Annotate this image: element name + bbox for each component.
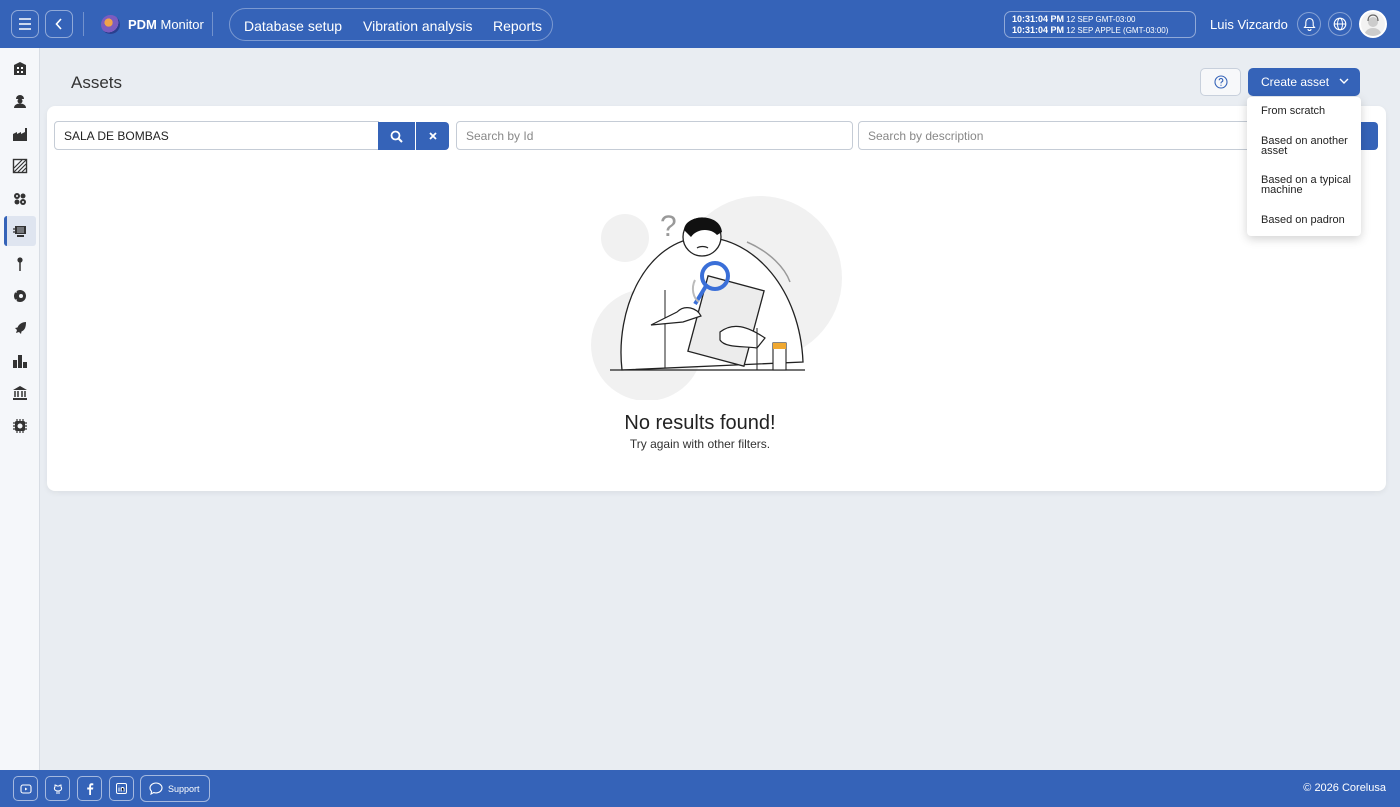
top-bar: PDM Monitor Database setup Vibration ana… — [0, 0, 1400, 48]
clock-info-local: 12 SEP GMT-03:00 — [1066, 15, 1136, 24]
empty-state-subtitle: Try again with other filters. — [629, 437, 771, 451]
question-icon — [1213, 75, 1228, 89]
help-button[interactable] — [1200, 68, 1241, 96]
factory-icon[interactable] — [10, 124, 30, 144]
sidebar — [0, 48, 40, 770]
support-button[interactable]: Support — [140, 775, 210, 802]
create-asset-menu: From scratch Based on another asset Base… — [1247, 97, 1361, 236]
divider — [83, 12, 84, 36]
divider — [212, 12, 213, 36]
github-icon[interactable] — [45, 776, 70, 801]
menu-item-based-on-padron[interactable]: Based on padron — [1261, 215, 1357, 226]
svg-text:?: ? — [660, 210, 677, 243]
clock-time-local: 10:31:04 PM — [1012, 14, 1065, 24]
youtube-icon[interactable] — [13, 776, 38, 801]
no-results-illustration: ? — [591, 196, 842, 400]
footer: Support © 2026 Corelusa — [0, 770, 1400, 807]
create-asset-label: Create asset — [1261, 75, 1330, 89]
linkedin-icon[interactable] — [109, 776, 134, 801]
search-icon — [390, 130, 403, 143]
clock-time-site: 10:31:04 PM — [1012, 25, 1065, 35]
menu-item-based-on-another-asset[interactable]: Based on another asset — [1261, 136, 1357, 157]
menu-icon[interactable] — [11, 10, 39, 38]
worker-icon[interactable] — [10, 91, 30, 111]
close-icon — [428, 132, 437, 140]
id-search-input[interactable] — [456, 121, 853, 150]
app-title[interactable]: PDM Monitor — [128, 17, 204, 32]
globe-icon[interactable] — [1328, 12, 1352, 36]
pin-icon[interactable] — [10, 254, 30, 274]
chat-icon — [149, 782, 163, 795]
bar-chart-icon[interactable] — [10, 351, 30, 371]
brain-gear-icon[interactable] — [10, 286, 30, 306]
create-asset-button[interactable]: Create asset — [1248, 68, 1360, 96]
gears-icon[interactable] — [10, 189, 30, 209]
rocket-icon[interactable] — [10, 318, 30, 338]
avatar[interactable] — [1359, 10, 1387, 38]
app-logo-icon — [101, 15, 120, 34]
nav-database-setup[interactable]: Database setup — [244, 18, 342, 34]
support-label: Support — [168, 783, 200, 794]
nav-reports[interactable]: Reports — [493, 18, 542, 34]
clock-display[interactable]: 10:31:04 PM 12 SEP GMT-03:00 10:31:04 PM… — [1004, 11, 1196, 38]
machine-icon[interactable] — [10, 221, 30, 241]
search-button[interactable] — [378, 122, 415, 150]
area-icon[interactable] — [10, 156, 30, 176]
menu-item-from-scratch[interactable]: From scratch — [1261, 106, 1357, 117]
chevron-down-icon — [1339, 78, 1349, 84]
back-icon[interactable] — [45, 10, 73, 38]
bell-icon[interactable] — [1297, 12, 1321, 36]
clock-info-site: 12 SEP APPLE (GMT-03:00) — [1066, 26, 1169, 35]
clear-button[interactable] — [416, 122, 449, 150]
user-name[interactable]: Luis Vizcardo — [1210, 17, 1288, 32]
menu-item-based-on-typical-machine[interactable]: Based on a typical machine — [1261, 175, 1357, 196]
page-title: Assets — [71, 73, 123, 92]
bank-icon[interactable] — [10, 383, 30, 403]
nav-vibration-analysis[interactable]: Vibration analysis — [363, 18, 472, 34]
main-nav: Database setup Vibration analysis Report… — [229, 8, 553, 41]
facebook-icon[interactable] — [77, 776, 102, 801]
location-filter-input[interactable] — [54, 121, 379, 150]
empty-state-title: No results found! — [624, 412, 776, 434]
copyright-text: © 2026 Corelusa — [1303, 782, 1386, 794]
building-icon[interactable] — [10, 58, 30, 78]
